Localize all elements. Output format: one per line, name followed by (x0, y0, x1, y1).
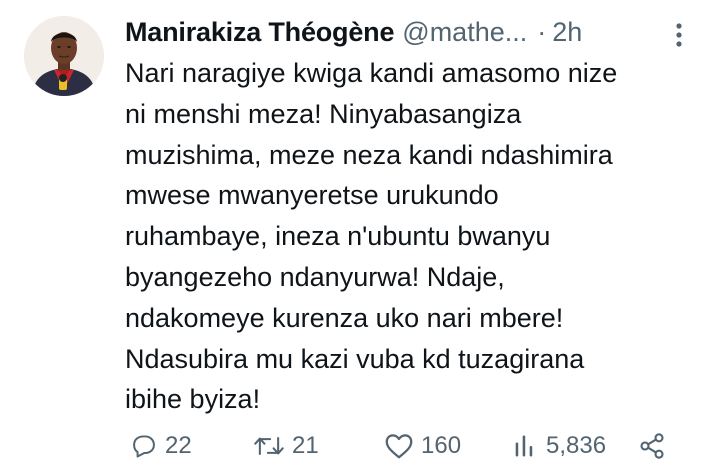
share-button[interactable] (638, 428, 666, 464)
reply-button[interactable]: 22 (130, 428, 192, 464)
retweet-arrows-icon (254, 436, 284, 456)
like-button[interactable]: 160 (384, 428, 461, 464)
tweet-text-line: byangezeho ndanyurwa! Ndaje, (125, 261, 505, 292)
more-options-button[interactable] (673, 22, 685, 48)
share-nodes-icon (640, 433, 664, 459)
like-count: 160 (421, 432, 462, 459)
tweet-timestamp[interactable]: 2h (552, 17, 582, 48)
tweet-text: Nari naragiye kwiga kandi amasomo nize n… (125, 53, 710, 420)
author-handle[interactable]: @mathe... (402, 17, 527, 48)
tweet-header: Manirakiza Théogène @mathe... · 2h (125, 14, 690, 50)
avatar[interactable] (24, 16, 104, 96)
retweet-count: 21 (292, 432, 319, 459)
separator-dot: · (537, 16, 547, 47)
reply-bubble-icon (133, 435, 155, 458)
action-bar: 22 21 160 5,836 (130, 428, 675, 464)
tweet-text-line: ndakomeye kurenza uko nari mbere! (125, 302, 564, 333)
views-bar-chart-icon (515, 435, 533, 457)
reply-count: 22 (165, 432, 192, 459)
views-count: 5,836 (546, 432, 607, 459)
heart-icon (385, 434, 413, 459)
retweet-button[interactable]: 21 (253, 428, 319, 464)
tweet-text-line: ibihe byiza! (125, 384, 261, 415)
tweet-text-line: Ndasubira mu kazi vuba kd tuzagirana (125, 343, 585, 374)
more-vertical-icon (676, 23, 682, 47)
views-button[interactable]: 5,836 (511, 428, 606, 464)
author-name[interactable]: Manirakiza Théogène (125, 17, 394, 48)
tweet-card[interactable]: Manirakiza Théogène @mathe... · 2h Nari … (0, 0, 720, 461)
tweet-text-line: Nari naragiye kwiga kandi amasomo nize (125, 58, 618, 88)
tweet-text-line: ni menshi meza! Ninyabasangiza (125, 98, 522, 129)
tweet-text-line: ruhambaye, ineza n'ubuntu bwanyu (125, 221, 551, 252)
tweet-text-line: muzishima, meze neza kandi ndashimira (125, 139, 613, 170)
tweet-text-line: mwese mwanyeretse urukundo (125, 180, 499, 211)
